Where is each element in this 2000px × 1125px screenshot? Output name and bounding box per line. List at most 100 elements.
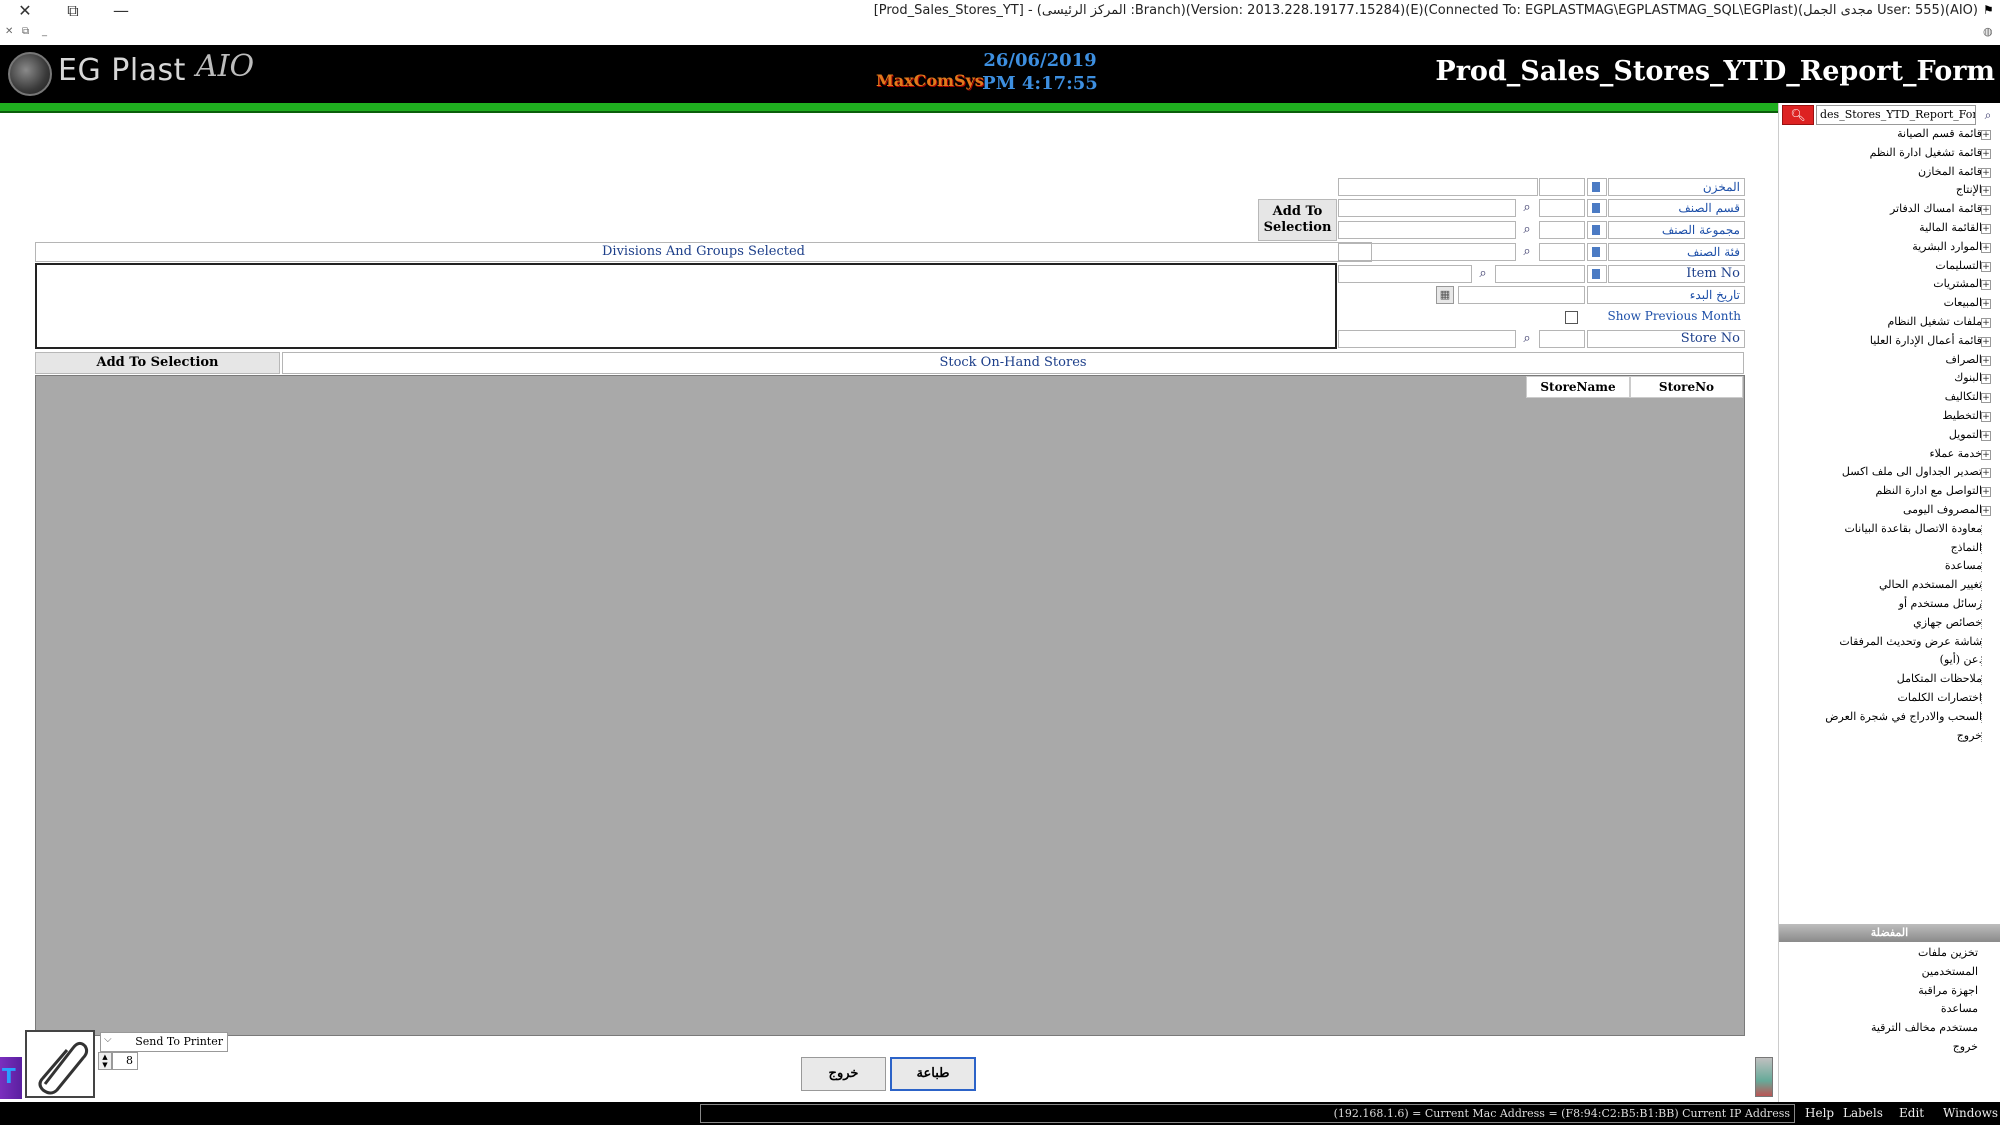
group-code-field[interactable]: [1539, 221, 1585, 239]
column-header-storename[interactable]: StoreName: [1526, 376, 1630, 398]
expand-icon[interactable]: +: [1981, 224, 1991, 234]
minimize-icon[interactable]: —: [96, 0, 146, 22]
tree-item[interactable]: الصراف: [1946, 353, 1982, 371]
expand-icon[interactable]: +: [1981, 412, 1991, 422]
column-header-storeno[interactable]: StoreNo: [1630, 376, 1743, 398]
search-icon[interactable]: ⌕: [1978, 105, 1998, 125]
menu-help[interactable]: Help: [1805, 1104, 1834, 1123]
favorite-item[interactable]: المستخدمين: [1922, 965, 1978, 978]
favorite-item[interactable]: تخزين ملفات: [1918, 946, 1978, 959]
favorite-item[interactable]: خروج: [1953, 1040, 1978, 1053]
stores-grid[interactable]: [35, 375, 1745, 1036]
tree-item[interactable]: قائمة المخازن: [1918, 165, 1982, 183]
tree-item[interactable]: النماذج: [1951, 541, 1982, 559]
tree-item[interactable]: قائمة أعمال الإدارة العليا: [1870, 334, 1982, 352]
tree-item[interactable]: التواصل مع ادارة النظم: [1875, 484, 1982, 502]
expand-icon[interactable]: +: [1981, 261, 1991, 272]
tree-item[interactable]: المبيعات: [1944, 296, 1982, 314]
expand-icon[interactable]: +: [1981, 280, 1991, 291]
expand-icon[interactable]: +: [1981, 430, 1991, 441]
show-previous-month-checkbox[interactable]: [1565, 311, 1578, 324]
mdi-close-icon[interactable]: ✕: [5, 26, 13, 37]
add-to-selection-button[interactable]: Add To Selection: [1258, 199, 1337, 241]
calendar-icon[interactable]: ▦: [1436, 286, 1454, 304]
tree-item[interactable]: الموارد البشرية: [1912, 240, 1982, 258]
expand-icon[interactable]: +: [1981, 355, 1991, 366]
group-name-field[interactable]: [1338, 221, 1516, 239]
send-to-printer-select[interactable]: Send To Printer: [100, 1032, 228, 1052]
tree-item[interactable]: عن (أيو).: [1940, 653, 1982, 671]
attachments-button[interactable]: [25, 1030, 95, 1098]
division-dropdown[interactable]: [1587, 199, 1607, 217]
item-dropdown[interactable]: [1587, 265, 1607, 283]
tree-item[interactable]: القائمة المالية: [1919, 221, 1982, 239]
store-no-name-field[interactable]: [1338, 330, 1516, 348]
category-code-field[interactable]: [1539, 243, 1585, 261]
menu-labels[interactable]: Labels: [1843, 1104, 1883, 1123]
expand-icon[interactable]: +: [1981, 336, 1991, 347]
tree-item[interactable]: الإنتاج: [1956, 183, 1982, 201]
division-name-field[interactable]: [1338, 199, 1516, 217]
expand-icon[interactable]: +: [1981, 186, 1991, 197]
expand-icon[interactable]: +: [1981, 393, 1991, 404]
tree-item[interactable]: المصروف اليومى: [1903, 503, 1982, 521]
tree-item[interactable]: التكاليف: [1945, 390, 1982, 408]
category-dropdown[interactable]: [1587, 243, 1607, 261]
division-code-field[interactable]: [1539, 199, 1585, 217]
navigation-search-input[interactable]: des_Stores_YTD_Report_Form: [1816, 105, 1976, 125]
expand-icon[interactable]: +: [1981, 506, 1991, 516]
expand-icon[interactable]: +: [1981, 130, 1991, 140]
expand-icon[interactable]: +: [1981, 167, 1991, 178]
expand-icon[interactable]: +: [1981, 374, 1991, 385]
group-dropdown[interactable]: [1587, 221, 1607, 239]
tree-item[interactable]: ملاحظات المتكامل: [1897, 672, 1982, 690]
tree-item[interactable]: قائمة امساك الدفاتر: [1890, 202, 1982, 220]
tree-item[interactable]: البنوك: [1954, 371, 1982, 389]
store-name-field[interactable]: [1338, 178, 1538, 196]
expand-icon[interactable]: +: [1981, 299, 1991, 310]
tree-item[interactable]: معاودة الاتصال بقاعدة البيانات: [1844, 522, 1982, 540]
tree-item[interactable]: خروج: [1957, 729, 1982, 747]
store-code-field[interactable]: [1539, 178, 1585, 196]
item-search-icon[interactable]: ⌕: [1472, 265, 1494, 283]
expand-icon[interactable]: +: [1981, 318, 1991, 328]
store-dropdown[interactable]: [1587, 178, 1607, 196]
exit-button[interactable]: خروج: [801, 1057, 886, 1091]
store-no-search-icon[interactable]: ⌕: [1516, 330, 1538, 348]
favorite-item[interactable]: مستخدم مخالف الترقية: [1871, 1021, 1978, 1034]
expand-icon[interactable]: +: [1981, 449, 1991, 460]
expand-icon[interactable]: +: [1981, 487, 1991, 498]
expand-icon[interactable]: +: [1981, 468, 1991, 479]
divisions-selected-list[interactable]: [35, 263, 1337, 349]
tree-item[interactable]: خدمة عملاء: [1929, 447, 1982, 465]
search-button[interactable]: 🔍︎: [1782, 105, 1814, 125]
tree-item[interactable]: التخطيط: [1942, 409, 1982, 427]
close-icon[interactable]: ✕: [0, 0, 50, 22]
copies-spinner[interactable]: ▲ ▼: [98, 1052, 112, 1070]
division-search-icon[interactable]: ⌕: [1516, 199, 1538, 217]
group-search-icon[interactable]: ⌕: [1516, 221, 1538, 239]
favorite-item[interactable]: اجهزة مراقبة: [1918, 984, 1978, 997]
tree-item[interactable]: قائمة قسم الصيانة: [1897, 127, 1982, 145]
tree-item[interactable]: رسائل مستخدم أو: [1899, 597, 1982, 615]
mdi-minimize-icon[interactable]: _: [42, 26, 47, 37]
store-no-code-field[interactable]: [1539, 330, 1585, 348]
menu-windows[interactable]: Windows: [1943, 1104, 1998, 1123]
start-date-field[interactable]: [1458, 286, 1585, 304]
favorite-item[interactable]: مساعدة: [1941, 1002, 1978, 1015]
mdi-restore-icon[interactable]: ⧉: [22, 26, 29, 37]
expand-icon[interactable]: +: [1981, 148, 1991, 159]
item-name-field[interactable]: [1338, 265, 1472, 283]
chevron-down-icon[interactable]: ⌵: [104, 1034, 112, 1045]
tree-item[interactable]: خصائص جهازي: [1913, 616, 1982, 634]
expand-icon[interactable]: +: [1981, 242, 1991, 253]
copies-field[interactable]: 8: [112, 1052, 138, 1070]
tree-item[interactable]: تغيير المستخدم الحالي: [1879, 578, 1982, 596]
menu-edit[interactable]: Edit: [1899, 1104, 1924, 1123]
restore-icon[interactable]: ⧉: [48, 0, 98, 22]
tree-item[interactable]: قائمة تشغيل ادارة النظم: [1870, 146, 1982, 164]
add-store-selection-button[interactable]: Add To Selection: [35, 352, 280, 374]
tree-item[interactable]: المشتريات: [1933, 277, 1982, 295]
tree-item[interactable]: ملفات تشغيل النظام: [1887, 315, 1982, 333]
category-search-icon[interactable]: ⌕: [1516, 243, 1538, 261]
